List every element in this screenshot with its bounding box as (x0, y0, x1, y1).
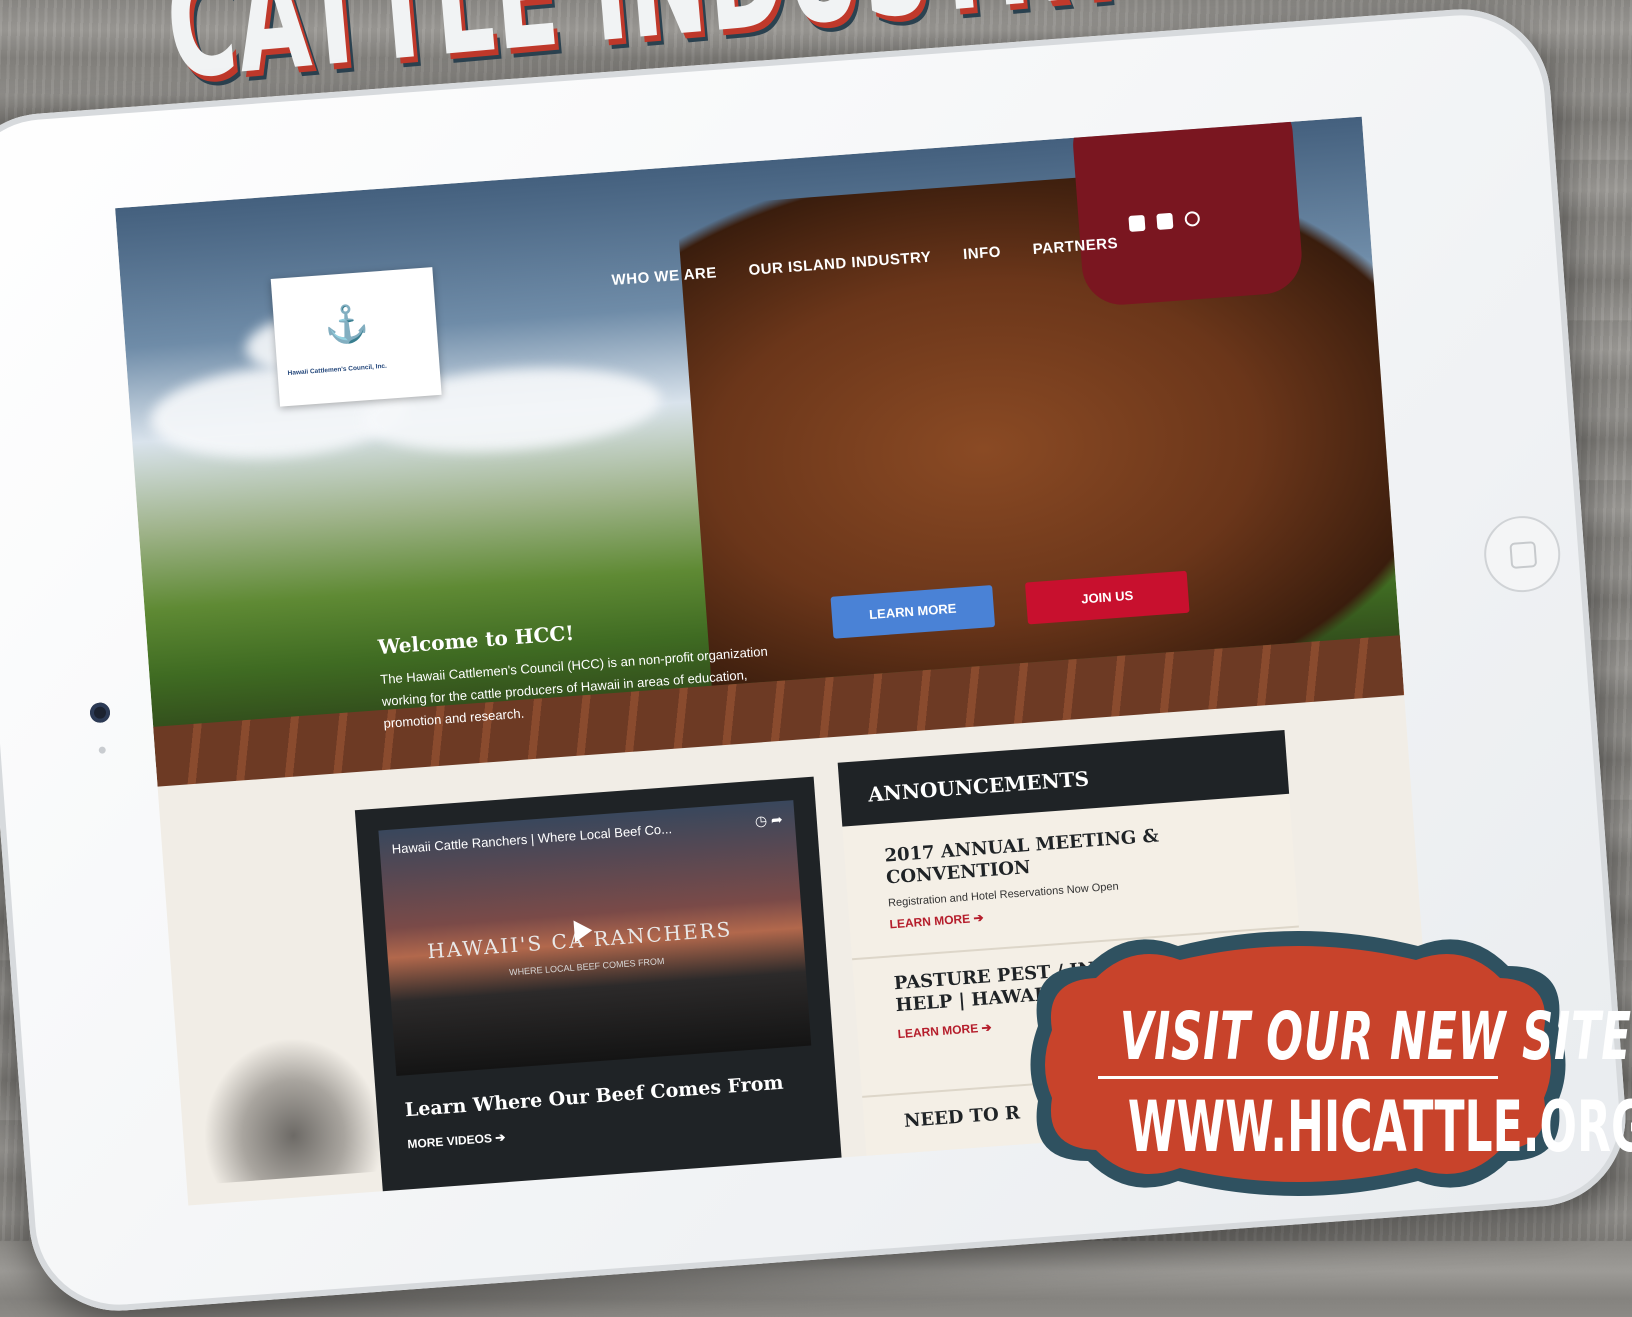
video-watermark-sub: WHERE LOCAL BEEF COMES FROM (508, 956, 665, 978)
youtube-icon[interactable] (1156, 212, 1174, 230)
badge-underline (1098, 1076, 1498, 1079)
search-icon[interactable] (1184, 210, 1201, 227)
announcement-item: 2017 ANNUAL MEETING & CONVENTION Registr… (884, 817, 1279, 933)
video-player[interactable]: Hawaii Cattle Ranchers | Where Local Bee… (378, 800, 812, 1076)
badge-url[interactable]: WWW.HICATTLE.ORG (1128, 1086, 1632, 1168)
home-button[interactable] (1481, 513, 1563, 595)
camera-icon (89, 701, 111, 724)
announcements-header: ANNOUNCEMENTS (837, 729, 1290, 827)
play-icon[interactable] (573, 919, 594, 943)
logo-text: Hawaii Cattlemen's Council, Inc. (287, 362, 388, 378)
facebook-icon[interactable] (1128, 214, 1146, 232)
announcement-learn-more-link[interactable]: LEARN MORE ➔ (897, 1020, 992, 1041)
share-icon[interactable]: ◷ ➦ (754, 811, 783, 830)
announcements-heading: ANNOUNCEMENTS (867, 766, 1090, 807)
video-caption: Learn Where Our Beef Comes From (404, 1071, 785, 1122)
sensor-dot (98, 746, 106, 754)
site-logo[interactable]: ⚓ Hawaii Cattlemen's Council, Inc. (270, 267, 442, 407)
more-videos-link[interactable]: MORE VIDEOS ➔ (407, 1130, 506, 1151)
video-panel: Hawaii Cattle Ranchers | Where Local Bee… (354, 776, 843, 1200)
cattle-background-image (196, 1031, 387, 1185)
video-title: Hawaii Cattle Ranchers | Where Local Bee… (391, 821, 673, 857)
visit-site-badge[interactable]: VISIT OUR NEW SITE: WWW.HICATTLE.ORG (1028, 926, 1632, 1201)
badge-line-1: VISIT OUR NEW SITE: (1119, 998, 1632, 1075)
longhorn-logo-icon: ⚓ (322, 301, 371, 347)
announcement-learn-more-link[interactable]: LEARN MORE ➔ (889, 911, 984, 932)
nav-info[interactable]: INFO (963, 243, 1002, 263)
